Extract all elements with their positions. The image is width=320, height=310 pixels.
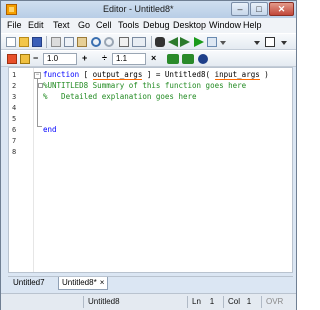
cell-toolbar: − 1.0 + ÷ 1.1 × — [1, 50, 296, 67]
document-tab-bar: Untitled7 Untitled8* × — [8, 276, 293, 291]
fold-line-end — [37, 126, 42, 127]
line-number: 5 — [12, 115, 17, 123]
line-number: 4 — [12, 104, 17, 112]
undock-icon[interactable] — [265, 37, 275, 47]
status-col: Col 1 — [223, 296, 261, 308]
matlab-editor-icon — [6, 4, 17, 15]
code-text: [ — [79, 70, 93, 79]
line-number: 8 — [12, 148, 17, 156]
line-number-gutter: 1 2 3 4 5 6 7 8 — [9, 68, 34, 272]
menu-cell[interactable]: Cell — [96, 20, 112, 30]
increment-value-left[interactable]: 1.0 — [43, 53, 77, 65]
open-folder-icon[interactable] — [19, 37, 29, 47]
line-number: 3 — [12, 93, 17, 101]
menu-debug[interactable]: Debug — [143, 20, 170, 30]
tab-untitled8[interactable]: Untitled8* × — [58, 277, 109, 290]
main-toolbar — [1, 33, 296, 50]
menu-file[interactable]: File — [7, 20, 22, 30]
toolbar-chevron-icon[interactable] — [281, 41, 287, 45]
menu-edit[interactable]: Edit — [28, 20, 44, 30]
maximize-button[interactable]: □ — [250, 2, 268, 16]
find-binoculars-icon[interactable] — [155, 37, 165, 47]
line-number: 6 — [12, 126, 17, 134]
line-number: 1 — [12, 71, 17, 79]
copy-icon[interactable] — [64, 37, 74, 47]
increment-value-right[interactable]: 1.1 — [112, 53, 146, 65]
redo-icon[interactable] — [104, 37, 114, 47]
percent-uncomment-icon[interactable] — [182, 54, 194, 64]
chevron-down-icon[interactable] — [220, 41, 226, 45]
tab-label: Untitled8* — [62, 278, 97, 287]
dock-menu-chevron-icon[interactable] — [254, 41, 260, 45]
menu-go[interactable]: Go — [78, 20, 90, 30]
title-bar[interactable]: Editor - Untitled8* – □ ✕ — [1, 1, 296, 18]
save-icon[interactable] — [32, 37, 42, 47]
status-col-label: Col — [228, 297, 241, 306]
run-section-icon[interactable] — [207, 37, 217, 47]
status-function-name: Untitled8 — [83, 296, 187, 308]
line-number: 2 — [12, 82, 17, 90]
cell-info-icon[interactable] — [198, 54, 208, 64]
undo-icon[interactable] — [91, 37, 101, 47]
cell-mode-icon[interactable] — [7, 54, 17, 64]
status-line-value: 1 — [209, 297, 215, 306]
menu-text[interactable]: Text — [53, 20, 70, 30]
code-text: ) — [259, 70, 269, 79]
run-icon[interactable] — [194, 37, 204, 47]
menu-bar: File Edit Text Go Cell Tools Debug Deskt… — [1, 18, 296, 33]
code-line-1: function [ output_args ] = Untitled8( in… — [43, 70, 269, 80]
code-line-3: % Detailed explanation goes here — [43, 92, 197, 101]
code-text: ] = Untitled8( — [142, 70, 215, 79]
code-editor[interactable]: 1 2 3 4 5 6 7 8 − function [ output_args… — [8, 67, 293, 273]
insert-cell-icon[interactable] — [20, 54, 30, 64]
divide-button[interactable]: ÷ — [102, 53, 107, 63]
go-forward-icon[interactable] — [180, 37, 190, 47]
minimize-button[interactable]: – — [231, 2, 249, 16]
code-line-6: end — [43, 125, 57, 134]
percent-comment-icon[interactable] — [167, 54, 179, 64]
code-text: output_args — [92, 70, 143, 80]
menu-tools[interactable]: Tools — [118, 20, 139, 30]
toolbar-separator — [151, 36, 152, 48]
window-title: Editor - Untitled8* — [103, 4, 174, 14]
increment-button[interactable]: + — [82, 53, 87, 63]
status-col-value: 1 — [246, 297, 252, 306]
status-bar: Untitled8 Ln 1 Col 1 OVR — [1, 293, 296, 310]
paste-icon[interactable] — [77, 37, 87, 47]
line-number: 7 — [12, 137, 17, 145]
tab-close-icon[interactable]: × — [100, 278, 105, 287]
tab-untitled7[interactable]: Untitled7 — [10, 277, 48, 290]
fold-toggle-function[interactable]: − — [34, 72, 41, 79]
cut-icon[interactable] — [51, 37, 61, 47]
multiply-button[interactable]: × — [151, 53, 156, 63]
decrement-button[interactable]: − — [33, 53, 38, 63]
menu-help[interactable]: Help — [243, 20, 262, 30]
code-line-2: %UNTITLED8 Summary of this function goes… — [43, 81, 247, 90]
print-icon[interactable] — [119, 37, 129, 47]
close-button[interactable]: ✕ — [269, 2, 294, 16]
menu-desktop[interactable]: Desktop — [173, 20, 206, 30]
keyword: function — [43, 70, 80, 79]
toolbar-separator — [46, 36, 47, 48]
status-overwrite-mode: OVR — [261, 296, 294, 308]
tools-dropdown-icon[interactable] — [132, 37, 146, 47]
code-text: input_args — [214, 70, 260, 80]
status-line: Ln 1 — [187, 296, 223, 308]
status-line-label: Ln — [192, 297, 201, 306]
go-back-icon[interactable] — [168, 37, 178, 47]
editor-window: Editor - Untitled8* – □ ✕ File Edit Text… — [0, 0, 297, 310]
new-file-icon[interactable] — [6, 37, 16, 47]
menu-window[interactable]: Window — [209, 20, 241, 30]
